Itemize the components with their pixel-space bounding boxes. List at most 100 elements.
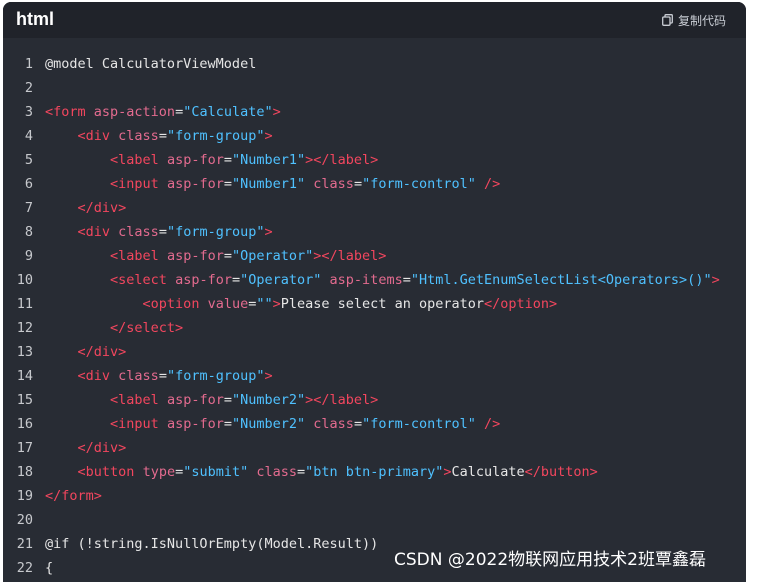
code-line: 20: [3, 508, 746, 532]
code-token: >: [264, 128, 273, 144]
code-token: <form: [45, 104, 86, 120]
code-line: 3 <form asp-action="Calculate">: [3, 100, 746, 124]
line-content: <div class="form-group">: [45, 364, 273, 388]
code-token: "Number1": [232, 176, 306, 192]
code-token: =: [353, 176, 363, 192]
code-line: 1 @model CalculatorViewModel: [3, 52, 746, 76]
code-token: "form-control": [362, 176, 476, 192]
code-token: asp-for: [175, 272, 232, 288]
code-token: asp-action: [93, 104, 176, 120]
code-token: </select>: [110, 320, 184, 336]
code-token: asp-for: [166, 416, 224, 432]
code-token: asp-for: [166, 176, 224, 192]
code-line: 14 <div class="form-group">: [3, 364, 746, 388]
line-number: 15: [16, 392, 33, 408]
code-token: asp-items: [329, 272, 403, 288]
code-header: html 复制代码: [3, 2, 746, 38]
code-token: "form-group": [166, 224, 265, 240]
code-token: Please select an operator: [280, 296, 484, 312]
line-content: {: [45, 556, 53, 580]
code-token: asp-for: [166, 248, 224, 264]
code-token: @model CalculatorViewModel: [45, 56, 257, 72]
line-number: 9: [24, 248, 33, 264]
code-line: 8 <div class="form-group">: [3, 220, 746, 244]
code-token: "Html.GetEnumSelectList<Operators>()": [410, 272, 712, 288]
copy-code-button[interactable]: 复制代码: [662, 11, 726, 29]
code-line: 19 </form>: [3, 484, 746, 508]
line-number: 13: [16, 344, 33, 360]
code-line: 9 <label asp-for="Operator"></label>: [3, 244, 746, 268]
line-number: 16: [16, 416, 33, 432]
code-token: ></label>: [305, 392, 379, 408]
code-token: />: [484, 416, 501, 432]
code-token: "Calculate": [183, 104, 273, 120]
line-number: 5: [24, 152, 33, 168]
code-token: value: [207, 296, 249, 312]
code-token: >: [272, 296, 281, 312]
copy-icon: [662, 14, 673, 26]
line-content: <div class="form-group">: [45, 124, 273, 148]
line-content: </select>: [45, 316, 183, 340]
line-number: 18: [16, 464, 33, 480]
language-label: html: [16, 9, 54, 29]
line-content: </form>: [45, 484, 102, 508]
code-token: <input: [110, 416, 159, 432]
code-token: "Operator": [240, 272, 322, 288]
line-number: 10: [16, 272, 33, 288]
line-number: 7: [24, 200, 33, 216]
code-token: </form>: [45, 488, 102, 504]
code-token: {: [45, 560, 54, 576]
code-line: 5 <label asp-for="Number1"></label>: [3, 148, 746, 172]
code-token: <input: [110, 176, 159, 192]
code-line: 12 </select>: [3, 316, 746, 340]
code-token: class: [118, 224, 159, 240]
code-line: 17 </div>: [3, 436, 746, 460]
code-token: <label: [110, 152, 159, 168]
line-content: <button type="submit" class="btn btn-pri…: [45, 460, 598, 484]
code-token: "": [256, 296, 273, 312]
code-token: "Number2": [232, 392, 306, 408]
code-token: "form-control": [362, 416, 476, 432]
line-number: 19: [16, 488, 33, 504]
code-token: ></label>: [305, 152, 379, 168]
code-token: class: [313, 176, 354, 192]
code-token: </option>: [483, 296, 558, 312]
line-content: <form asp-action="Calculate">: [45, 100, 281, 124]
line-content: <div class="form-group">: [45, 220, 273, 244]
code-token: =: [175, 104, 184, 120]
code-token: =: [175, 464, 184, 480]
code-token: </div>: [77, 200, 127, 216]
code-token: =: [158, 128, 167, 144]
line-number: 1: [24, 56, 33, 72]
code-token: class: [118, 128, 159, 144]
line-number: 11: [16, 296, 33, 312]
line-number: 4: [24, 128, 33, 144]
code-token: "btn btn-primary": [305, 464, 444, 480]
code-line: 2: [3, 76, 746, 100]
line-number: 14: [16, 368, 33, 384]
code-token: <option: [142, 296, 200, 312]
code-line: 18 <button type="submit" class="btn btn-…: [3, 460, 746, 484]
code-line: 13 </div>: [3, 340, 746, 364]
code-token: @if (!string.IsNullOrEmpty(Model.Result)…: [45, 536, 379, 552]
code-token: </button>: [524, 464, 598, 480]
line-number: 20: [16, 512, 33, 528]
code-token: =: [223, 416, 232, 432]
code-token: <label: [110, 392, 159, 408]
code-token: =: [158, 224, 167, 240]
